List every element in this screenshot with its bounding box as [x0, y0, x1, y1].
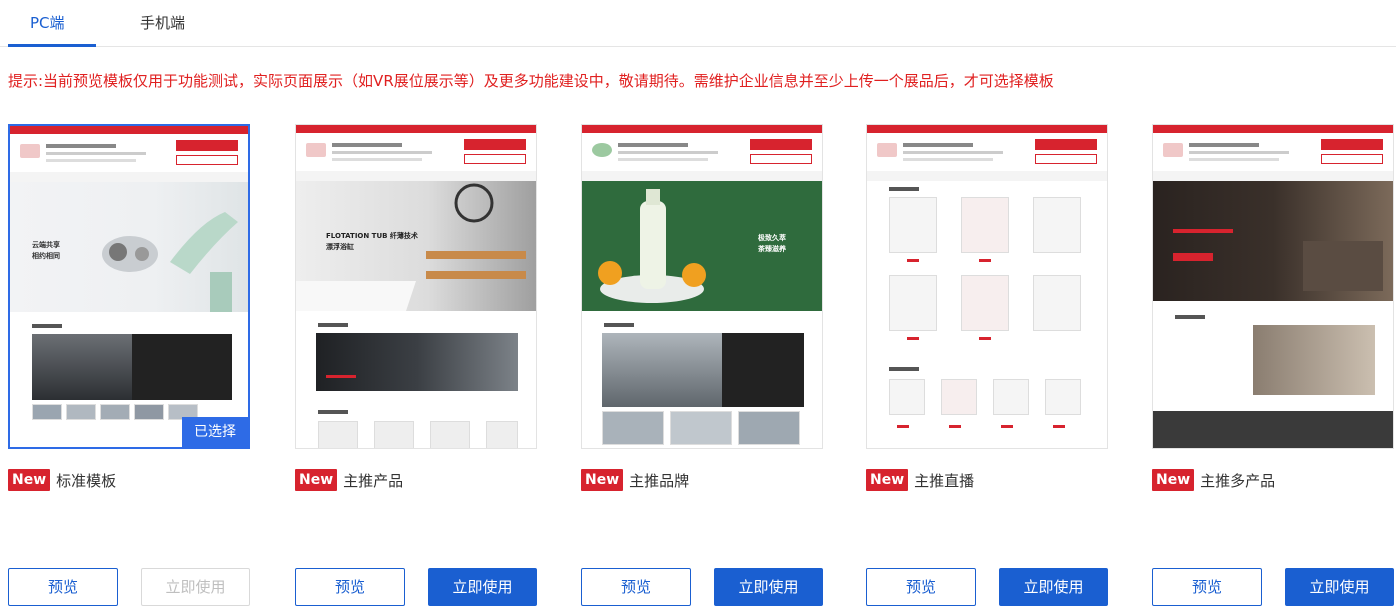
preview-button[interactable]: 预览	[581, 568, 691, 606]
template-title-row: New 主推产品	[295, 467, 403, 493]
tab-mobile[interactable]: 手机端	[140, 12, 185, 33]
thumb-hero: 极致久萃 茶臻滋养	[582, 181, 822, 311]
new-badge: New	[581, 469, 624, 491]
template-title: 标准模板	[56, 471, 117, 490]
preview-button[interactable]: 预览	[866, 568, 976, 606]
template-thumbnail[interactable]: 云端共享 相约相同 已选择	[8, 124, 250, 449]
thumb-hero	[1153, 181, 1393, 301]
template-title-row: New 主推品牌	[581, 467, 689, 493]
hero-text: 云端共享 相约相同	[32, 241, 60, 260]
thumb-nav	[10, 172, 248, 182]
hero-text: 极致久萃 茶臻滋养	[758, 234, 786, 253]
tab-bar: PC端 手机端	[0, 0, 1396, 47]
use-now-button[interactable]: 立即使用	[428, 568, 537, 606]
template-title: 主推产品	[343, 471, 404, 490]
thumb-hero: FLOTATION TUB 纤薄技术 漂浮浴缸	[296, 181, 536, 311]
preview-button[interactable]: 预览	[1152, 568, 1262, 606]
thumb-hero: 云端共享 相约相同	[10, 182, 248, 312]
selected-badge: 已选择	[182, 417, 248, 447]
preview-button[interactable]: 预览	[295, 568, 405, 606]
template-thumbnail[interactable]	[1152, 124, 1394, 449]
template-title-row: New 主推多产品	[1152, 467, 1275, 493]
notice-text: 提示:当前预览模板仅用于功能测试，实际页面展示（如VR展位展示等）及更多功能建设…	[8, 72, 1054, 90]
new-badge: New	[8, 469, 51, 491]
new-badge: New	[866, 469, 909, 491]
template-title: 主推品牌	[629, 471, 690, 490]
new-badge: New	[1152, 469, 1195, 491]
template-title-row: New 标准模板	[8, 467, 116, 493]
use-now-button[interactable]: 立即使用	[714, 568, 823, 606]
thumb-topbar	[10, 126, 248, 134]
template-thumbnail[interactable]: 极致久萃 茶臻滋养	[581, 124, 823, 449]
template-title-row: New 主推直播	[866, 467, 974, 493]
template-title: 主推直播	[914, 471, 975, 490]
tab-pc[interactable]: PC端	[30, 12, 65, 33]
template-thumbnail[interactable]	[866, 124, 1108, 449]
use-now-button[interactable]: 立即使用	[999, 568, 1108, 606]
use-now-button[interactable]: 立即使用	[141, 568, 250, 606]
template-thumbnail[interactable]: FLOTATION TUB 纤薄技术 漂浮浴缸	[295, 124, 537, 449]
new-badge: New	[295, 469, 338, 491]
thumb-header	[10, 134, 248, 172]
template-title: 主推多产品	[1200, 471, 1276, 490]
use-now-button[interactable]: 立即使用	[1285, 568, 1394, 606]
thumb-image	[32, 334, 132, 400]
hero-text: FLOTATION TUB 纤薄技术 漂浮浴缸	[326, 232, 418, 251]
preview-button[interactable]: 预览	[8, 568, 118, 606]
active-tab-indicator	[8, 44, 96, 47]
